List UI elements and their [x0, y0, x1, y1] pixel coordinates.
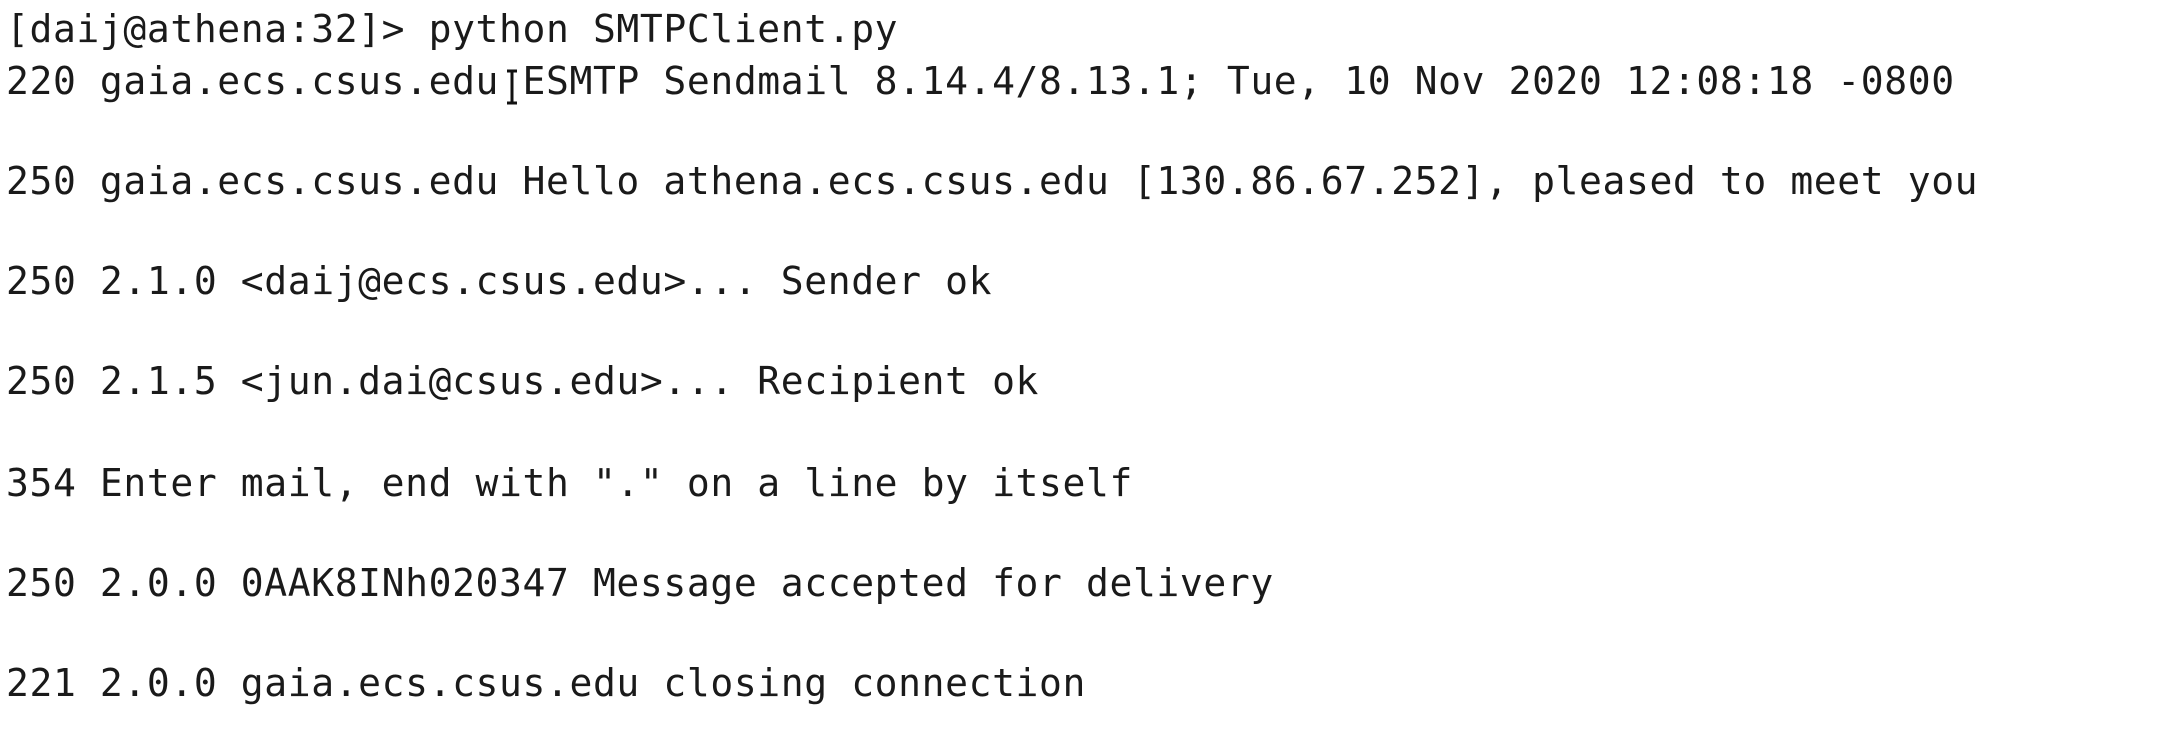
- output-line: 250 2.0.0 0AAK8INh020347 Message accepte…: [6, 561, 1274, 605]
- output-line: 221 2.0.0 gaia.ecs.csus.edu closing conn…: [6, 661, 1086, 705]
- line-marker: [0, 14, 4, 48]
- output-line: 220 gaia.ecs.csus.edu ESMTP Sendmail 8.1…: [6, 59, 1955, 103]
- text-cursor-icon: [505, 68, 519, 106]
- terminal-window[interactable]: [daij@athena:32]> python SMTPClient.py 2…: [0, 0, 2170, 756]
- output-line: 250 gaia.ecs.csus.edu Hello athena.ecs.c…: [6, 159, 1979, 203]
- output-line: 354 Enter mail, end with "." on a line b…: [6, 461, 1133, 505]
- prompt-line: [daij@athena:32]> python SMTPClient.py: [6, 7, 899, 51]
- output-line: 250 2.1.0 <daij@ecs.csus.edu>... Sender …: [6, 259, 993, 303]
- output-line: 250 2.1.5 <jun.dai@csus.edu>... Recipien…: [6, 359, 1040, 403]
